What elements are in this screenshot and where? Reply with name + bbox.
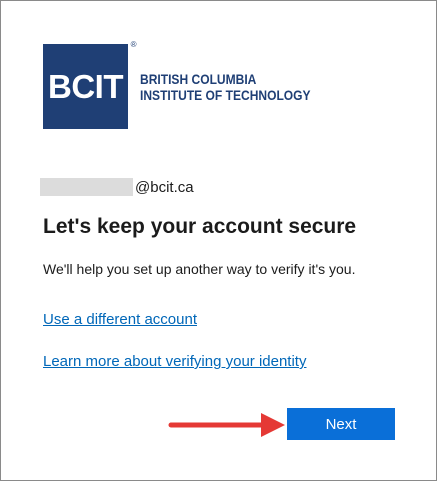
next-button[interactable]: Next (287, 408, 395, 440)
use-different-account-link[interactable]: Use a different account (43, 311, 197, 328)
redacted-username (40, 178, 133, 196)
page-description: We'll help you set up another way to ver… (43, 261, 356, 277)
logo-mark-text: BCIT (48, 67, 124, 105)
bcit-logo: BCIT ® BRITISH COLUMBIA INSTITUTE OF TEC… (43, 40, 338, 129)
logo-line-1: BRITISH COLUMBIA (140, 70, 257, 87)
logo-wordmark: BRITISH COLUMBIA INSTITUTE OF TECHNOLOGY (140, 71, 311, 103)
account-email: @bcit.ca (40, 177, 194, 197)
learn-more-link[interactable]: Learn more about verifying your identity (43, 353, 306, 370)
email-domain: @bcit.ca (135, 178, 194, 196)
arrow-icon (168, 413, 285, 437)
page-title: Let's keep your account secure (43, 215, 357, 238)
logo-mark: BCIT ® (43, 40, 137, 129)
registered-mark: ® (130, 40, 137, 49)
logo-line-2: INSTITUTE OF TECHNOLOGY (140, 86, 311, 103)
dialog-frame: BCIT ® BRITISH COLUMBIA INSTITUTE OF TEC… (0, 0, 437, 481)
